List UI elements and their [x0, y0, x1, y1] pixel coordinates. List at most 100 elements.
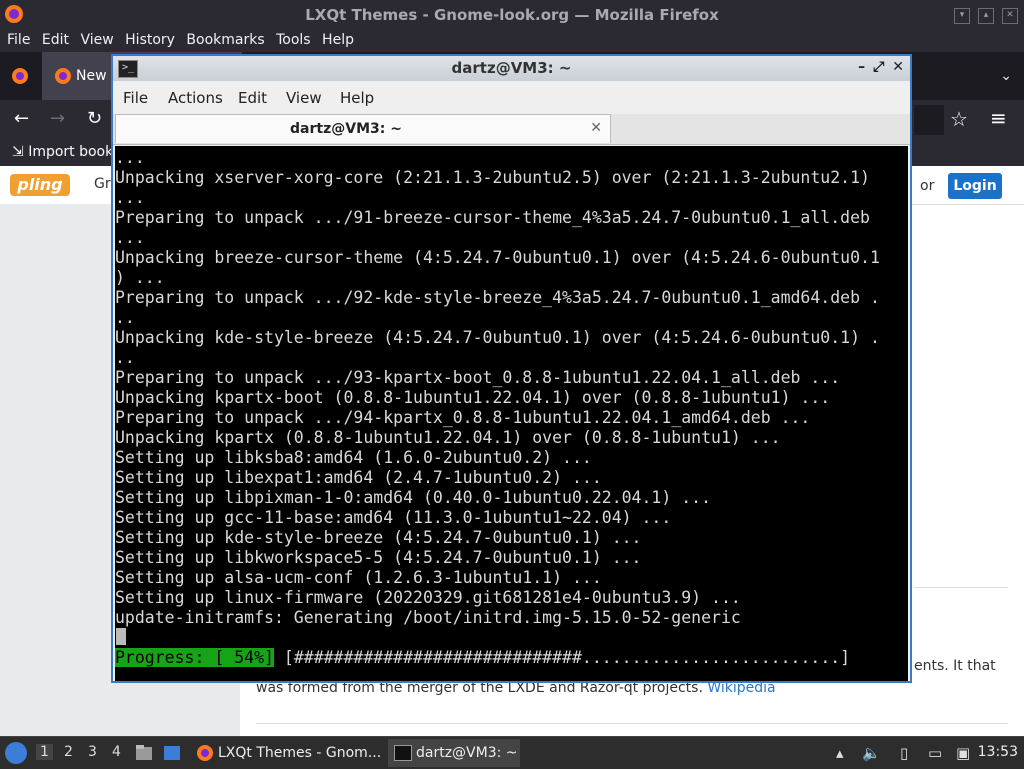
back-icon[interactable]: ←	[14, 108, 29, 129]
firefox-task-icon	[197, 745, 213, 761]
terminal-line: Unpacking xserver-xorg-core (2:21.1.3-2u…	[115, 168, 870, 187]
terminal-tab-row: dartz@VM3: ~ ✕	[113, 114, 910, 145]
start-menu-icon[interactable]	[5, 742, 27, 764]
forward-icon[interactable]: →	[50, 108, 65, 129]
import-bookmarks-item[interactable]: ⇲ Import book	[12, 144, 113, 160]
terminal-menu-view[interactable]: View	[286, 89, 322, 107]
task-firefox-label: LXQt Themes - Gnom...	[218, 745, 382, 761]
login-button[interactable]: Login	[948, 173, 1002, 199]
terminal-line: Setting up libexpat1:amd64 (2.4.7-1ubunt…	[115, 468, 602, 487]
terminal-line: Unpacking kpartx (0.8.8-1ubuntu1.22.04.1…	[115, 428, 781, 447]
header-text-fragment: Gr	[94, 176, 111, 192]
terminal-line: Preparing to unpack .../91-breeze-cursor…	[115, 208, 870, 227]
desktop-1[interactable]: 1	[36, 744, 53, 760]
or-text: or	[920, 178, 935, 194]
terminal-line: Unpacking kde-style-breeze (4:5.24.7-0ub…	[115, 328, 880, 347]
terminal-line: ..	[115, 348, 135, 367]
bookmark-star-icon[interactable]: ☆	[950, 107, 968, 131]
task-terminal[interactable]: dartz@VM3: ~	[388, 739, 520, 767]
divider	[914, 587, 1008, 588]
firefox-menubar: File Edit View History Bookmarks Tools H…	[0, 30, 1024, 52]
terminal-output[interactable]: ... Unpacking xserver-xorg-core (2:21.1.3…	[115, 146, 908, 681]
terminal-menu-actions[interactable]: Actions	[168, 89, 223, 107]
terminal-task-icon	[394, 745, 412, 761]
desktop-2[interactable]: 2	[64, 744, 73, 760]
description-fragment: ents. It that	[914, 658, 996, 674]
terminal-line: Setting up libpixman-1-0:amd64 (0.40.0-1…	[115, 488, 712, 507]
terminal-window: >_ dartz@VM3: ~ – ⤢ ✕ File Actions Edit …	[111, 54, 912, 683]
terminal-window-title: dartz@VM3: ~	[451, 59, 572, 77]
url-bar[interactable]	[914, 105, 944, 135]
task-terminal-label: dartz@VM3: ~	[416, 745, 518, 761]
taskbar: 1 2 3 4 LXQt Themes - Gnom... dartz@VM3:…	[0, 736, 1024, 769]
menu-view[interactable]: View	[80, 32, 113, 48]
terminal-line: ...	[115, 188, 145, 207]
clipboard-icon[interactable]: ▯	[900, 744, 908, 762]
list-all-tabs-icon[interactable]: ⌄	[1000, 68, 1012, 84]
firefox-window-title: LXQt Themes - Gnome-look.org — Mozilla F…	[305, 6, 719, 24]
import-bookmarks-label: Import book	[28, 144, 114, 160]
terminal-line: Setting up libksba8:amd64 (1.6.0-2ubuntu…	[115, 448, 592, 467]
app-menu-icon[interactable]: ≡	[990, 106, 1007, 130]
firefox-view-icon[interactable]	[11, 67, 29, 85]
menu-help[interactable]: Help	[322, 32, 354, 48]
desktop-4[interactable]: 4	[112, 744, 121, 760]
minimize-icon[interactable]: –	[858, 59, 865, 75]
terminal-menu-edit[interactable]: Edit	[238, 89, 267, 107]
reload-icon[interactable]: ↻	[87, 108, 102, 129]
progress-label: Progress: [ 54%]	[115, 648, 274, 667]
menu-tools[interactable]: Tools	[276, 32, 311, 48]
menu-history[interactable]: History	[125, 32, 175, 48]
desktop-3[interactable]: 3	[88, 744, 97, 760]
terminal-window-controls: – ⤢ ✕	[858, 59, 904, 75]
show-desktop-icon[interactable]	[162, 743, 182, 763]
menu-bookmarks[interactable]: Bookmarks	[186, 32, 264, 48]
terminal-line: ) ...	[115, 268, 165, 287]
close-tab-icon[interactable]: ✕	[590, 120, 602, 136]
close-icon[interactable]: ✕	[892, 59, 904, 75]
terminal-menu-help[interactable]: Help	[340, 89, 374, 107]
terminal-line: Setting up libkworkspace5-5 (4:5.24.7-0u…	[115, 548, 642, 567]
progress-bar: [#############################..........…	[273, 648, 851, 667]
firefox-window-controls: ▾ ▴ ✕	[954, 8, 1018, 24]
restore-icon[interactable]: ▴	[978, 8, 994, 24]
terminal-tab[interactable]: dartz@VM3: ~ ✕	[115, 114, 611, 143]
file-manager-icon[interactable]	[134, 743, 154, 763]
terminal-menu-file[interactable]: File	[123, 89, 148, 107]
terminal-line: ...	[115, 228, 145, 247]
terminal-line: Setting up kde-style-breeze (4:5.24.7-0u…	[115, 528, 642, 547]
notification-icon[interactable]: ▣	[956, 744, 970, 762]
terminal-cursor	[116, 628, 126, 645]
menu-file[interactable]: File	[7, 32, 30, 48]
task-firefox[interactable]: LXQt Themes - Gnom...	[192, 739, 382, 767]
terminal-line: Preparing to unpack .../93-kpartx-boot_0…	[115, 368, 841, 387]
terminal-line: ...	[115, 148, 145, 167]
terminal-line: Unpacking breeze-cursor-theme (4:5.24.7-…	[115, 248, 880, 267]
terminal-line: Setting up alsa-ucm-conf (1.2.6.3-1ubunt…	[115, 568, 602, 587]
terminal-menubar: File Actions Edit View Help	[113, 81, 910, 114]
firefox-titlebar: LXQt Themes - Gnome-look.org — Mozilla F…	[0, 0, 1024, 30]
terminal-lines: ... Unpacking xserver-xorg-core (2:21.1.3…	[115, 148, 880, 628]
terminal-titlebar[interactable]: >_ dartz@VM3: ~ – ⤢ ✕	[113, 56, 910, 81]
scroll-indicator-icon[interactable]: ▴	[836, 744, 844, 762]
terminal-line: Preparing to unpack .../94-kpartx_0.8.8-…	[115, 408, 811, 427]
close-icon[interactable]: ✕	[1002, 8, 1018, 24]
minimize-icon[interactable]: ▾	[954, 8, 970, 24]
firefox-tab-icon	[55, 68, 71, 84]
terminal-line: update-initramfs: Generating /boot/initr…	[115, 608, 741, 627]
terminal-tab-label: dartz@VM3: ~	[290, 121, 402, 137]
terminal-line: Preparing to unpack .../92-kde-style-bre…	[115, 288, 880, 307]
divider	[256, 723, 1008, 724]
terminal-line: Setting up linux-firmware (20220329.git6…	[115, 588, 741, 607]
maximize-icon[interactable]: ⤢	[873, 59, 884, 75]
terminal-line: Setting up gcc-11-base:amd64 (11.3.0-1ub…	[115, 508, 672, 527]
terminal-line: ..	[115, 308, 135, 327]
network-icon[interactable]: ▭	[928, 744, 942, 762]
volume-icon[interactable]: 🔈	[862, 744, 881, 762]
terminal-line: Unpacking kpartx-boot (0.8.8-1ubuntu1.22…	[115, 388, 831, 407]
tab-label: New	[76, 68, 107, 84]
menu-edit[interactable]: Edit	[42, 32, 69, 48]
pling-logo[interactable]: pling	[10, 174, 70, 196]
progress-row: Progress: [ 54%] [######################…	[115, 648, 850, 668]
clock: 13:53	[977, 744, 1018, 760]
